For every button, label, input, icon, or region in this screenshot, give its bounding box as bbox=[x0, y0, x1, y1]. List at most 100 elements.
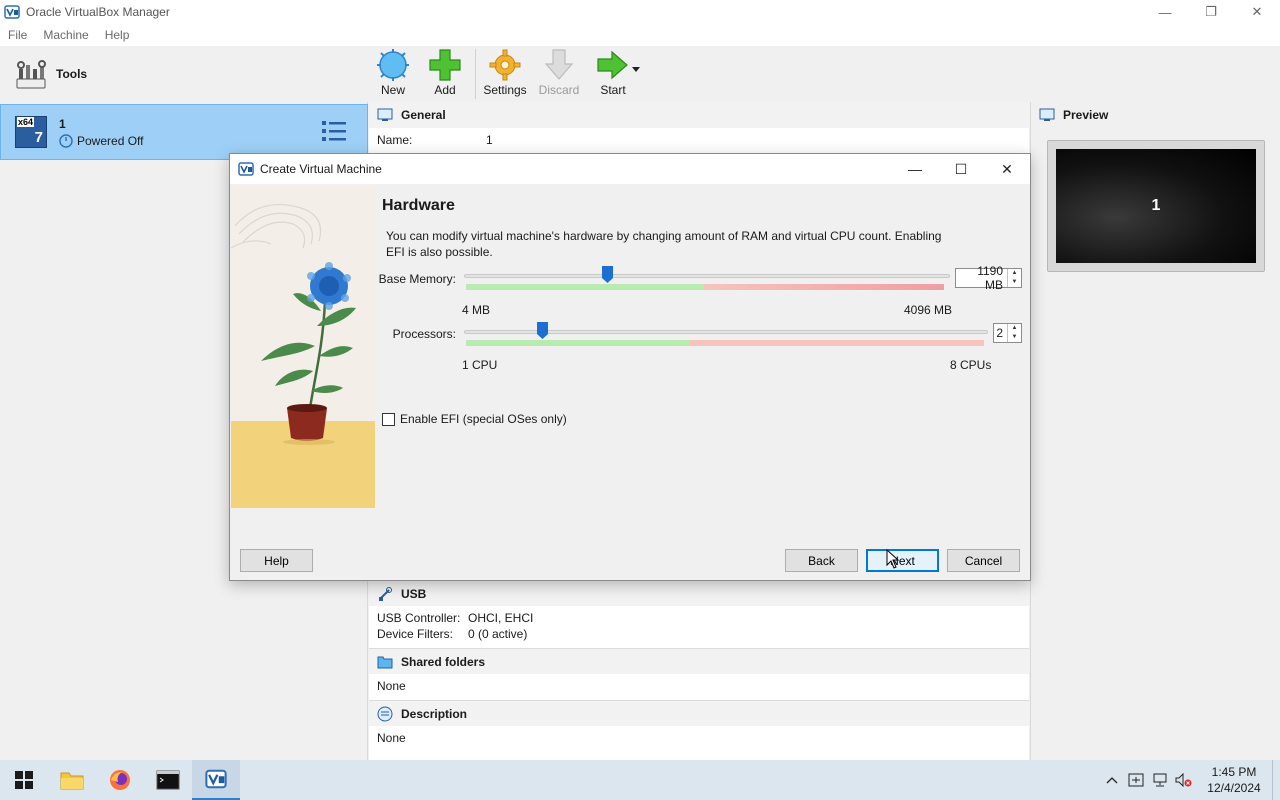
folder-icon bbox=[377, 656, 393, 668]
spin-up-icon[interactable]: ▲ bbox=[1008, 324, 1021, 333]
taskbar-terminal[interactable] bbox=[144, 760, 192, 800]
monitor-icon bbox=[377, 108, 393, 121]
spin-up-icon[interactable]: ▲ bbox=[1008, 269, 1021, 278]
start-arrow-icon bbox=[597, 50, 628, 80]
dialog-maximize-button[interactable]: ☐ bbox=[938, 154, 984, 184]
processors-spinbox[interactable]: 2 ▲ ▼ bbox=[993, 323, 1022, 343]
toolbar-separator bbox=[475, 49, 476, 99]
restore-button[interactable]: ❐ bbox=[1188, 0, 1234, 24]
next-button[interactable]: Next bbox=[866, 549, 939, 572]
main-title-bar: Oracle VirtualBox Manager — ❐ ✕ bbox=[0, 0, 1280, 24]
base-memory-handle[interactable] bbox=[602, 266, 613, 283]
base-memory-spinbox[interactable]: 1190 MB ▲ ▼ bbox=[955, 264, 1022, 292]
vm-name: 1 bbox=[59, 116, 66, 131]
spin-down-icon[interactable]: ▼ bbox=[1008, 333, 1021, 342]
dialog-minimize-button[interactable]: — bbox=[892, 154, 938, 184]
tray-network[interactable] bbox=[1148, 760, 1172, 800]
efi-checkbox-row[interactable]: Enable EFI (special OSes only) bbox=[382, 412, 567, 426]
efi-checkbox[interactable] bbox=[382, 412, 395, 426]
virtualbox-logo-icon bbox=[238, 162, 254, 176]
shared-folders-value: None bbox=[377, 679, 406, 693]
virtualbox-logo-icon bbox=[205, 769, 227, 789]
processors-max-label: 8 CPUs bbox=[950, 358, 992, 372]
dialog-title: Create Virtual Machine bbox=[260, 162, 382, 176]
description-icon bbox=[377, 706, 393, 721]
dialog-body: Hardware You can modify virtual machine'… bbox=[230, 184, 1030, 538]
usb-filters-value: 0 (0 active) bbox=[468, 627, 528, 641]
vm-badge-arch: x64 bbox=[17, 117, 35, 127]
new-button[interactable]: New bbox=[371, 46, 415, 102]
usb-section-header[interactable]: USB bbox=[369, 580, 1029, 606]
taskbar: 1:45 PM 12/4/2024 bbox=[0, 760, 1280, 800]
usb-filters-row: Device Filters: 0 (0 active) bbox=[369, 626, 1029, 642]
discard-button[interactable]: Discard bbox=[536, 46, 582, 102]
tray-app[interactable] bbox=[1124, 760, 1148, 800]
machine-menu-icon[interactable] bbox=[321, 119, 347, 143]
window-title: Oracle VirtualBox Manager bbox=[26, 5, 170, 19]
create-vm-dialog: Create Virtual Machine — ☐ ✕ Hardware Yo… bbox=[229, 153, 1031, 581]
close-button[interactable]: ✕ bbox=[1234, 0, 1280, 24]
preview-header[interactable]: Preview bbox=[1031, 102, 1280, 128]
shared-folders-section-header[interactable]: Shared folders bbox=[369, 648, 1029, 674]
new-vm-icon bbox=[377, 49, 409, 81]
processors-green-zone bbox=[466, 340, 690, 346]
firefox-icon bbox=[110, 770, 130, 790]
power-off-icon bbox=[59, 133, 73, 148]
usb-filters-key: Device Filters: bbox=[377, 627, 454, 641]
processors-red-zone bbox=[690, 340, 984, 346]
start-menu-button[interactable] bbox=[0, 760, 48, 800]
preview-frame: 1 bbox=[1047, 140, 1265, 272]
description-section-header[interactable]: Description bbox=[369, 700, 1029, 726]
wizard-illustration bbox=[231, 186, 375, 508]
processors-min-label: 1 CPU bbox=[462, 358, 498, 372]
base-memory-slider[interactable] bbox=[464, 266, 950, 292]
memory-min-label: 4 MB bbox=[462, 303, 491, 317]
dialog-footer: Help Back Next Cancel bbox=[230, 538, 1030, 580]
back-button[interactable]: Back bbox=[785, 549, 858, 572]
dialog-close-button[interactable]: ✕ bbox=[984, 154, 1030, 184]
tools-item[interactable]: Tools bbox=[0, 46, 368, 102]
add-button[interactable]: Add bbox=[423, 46, 467, 102]
vm-list-item[interactable]: x64 7 1 Powered Off bbox=[0, 104, 368, 160]
dropdown-arrow-icon[interactable] bbox=[632, 67, 640, 73]
taskbar-clock[interactable]: 1:45 PM 12/4/2024 bbox=[1196, 764, 1272, 796]
general-section-header[interactable]: General bbox=[369, 102, 1029, 128]
usb-title: USB bbox=[401, 586, 427, 601]
tray-app-icon bbox=[1128, 773, 1144, 787]
start-label: Start bbox=[600, 83, 626, 97]
network-icon bbox=[1153, 773, 1167, 787]
minimize-button[interactable]: — bbox=[1142, 0, 1188, 24]
menu-file[interactable]: File bbox=[8, 28, 27, 42]
show-desktop-button[interactable] bbox=[1272, 760, 1280, 800]
taskbar-file-explorer[interactable] bbox=[48, 760, 96, 800]
slider-thumb-icon bbox=[537, 322, 548, 339]
speaker-muted-icon bbox=[1175, 773, 1192, 787]
memory-red-zone bbox=[704, 284, 944, 290]
general-name-key: Name: bbox=[377, 133, 413, 147]
shared-folders-row: None bbox=[369, 678, 1029, 694]
processors-handle[interactable] bbox=[537, 322, 548, 339]
clock-time: 1:45 PM bbox=[1211, 765, 1257, 779]
base-memory-value: 1190 MB bbox=[977, 264, 1003, 292]
vm-state-label: Powered Off bbox=[77, 133, 144, 148]
virtualbox-logo-icon bbox=[4, 5, 20, 19]
start-button[interactable]: Start bbox=[590, 46, 646, 102]
processors-slider[interactable] bbox=[464, 322, 988, 348]
tray-overflow[interactable] bbox=[1100, 760, 1124, 800]
windows-logo-icon bbox=[15, 771, 33, 789]
tools-icon bbox=[16, 60, 46, 89]
menu-machine[interactable]: Machine bbox=[43, 28, 88, 42]
terminal-icon bbox=[156, 770, 180, 790]
menu-help[interactable]: Help bbox=[105, 28, 130, 42]
cancel-button[interactable]: Cancel bbox=[947, 549, 1020, 572]
help-button[interactable]: Help bbox=[240, 549, 313, 572]
discard-label: Discard bbox=[538, 83, 580, 97]
taskbar-firefox[interactable] bbox=[96, 760, 144, 800]
settings-button[interactable]: Settings bbox=[482, 46, 528, 102]
tray-volume[interactable] bbox=[1172, 760, 1196, 800]
taskbar-virtualbox[interactable] bbox=[192, 760, 240, 800]
add-label: Add bbox=[434, 83, 456, 97]
spin-down-icon[interactable]: ▼ bbox=[1008, 278, 1021, 287]
main-toolbar: New Add Settings Discard Start bbox=[369, 46, 1280, 102]
preview-screen-text: 1 bbox=[1151, 197, 1161, 214]
